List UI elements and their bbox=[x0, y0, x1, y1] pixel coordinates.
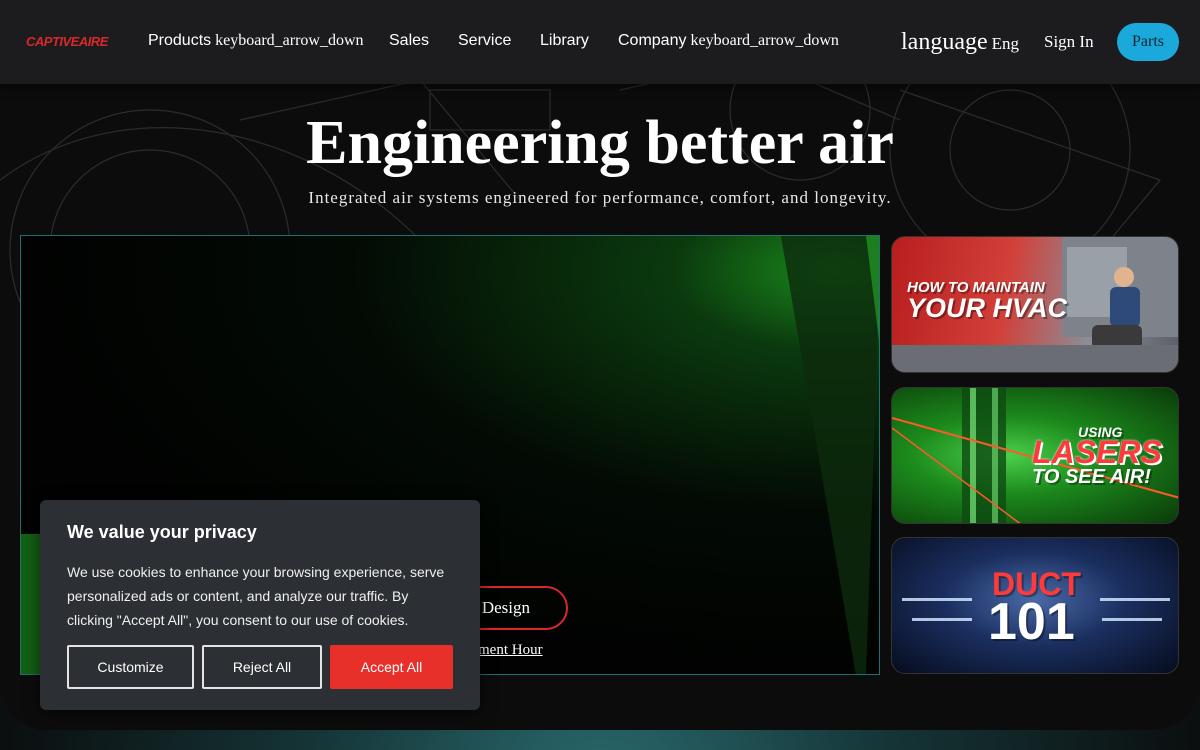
cookie-title: We value your privacy bbox=[67, 522, 257, 542]
cookie-description: We use cookies to enhance your browsing … bbox=[67, 564, 445, 628]
cookie-consent-banner: We value your privacy We use cookies to … bbox=[40, 500, 480, 710]
hero-title: Engineering better air bbox=[306, 109, 894, 177]
nav-item-label: Products bbox=[148, 32, 212, 49]
nav-item-library[interactable]: Library bbox=[540, 32, 589, 50]
appointment-hour-link[interactable]: ment Hour bbox=[478, 642, 543, 659]
captiveaire-logo[interactable]: CAPTIVEAIRE bbox=[26, 34, 108, 49]
nav-item-products[interactable]: Products keyboard_arrow_down bbox=[148, 32, 364, 50]
video-thumbnail-lasers[interactable]: USING LASERS TO SEE AIR! bbox=[891, 387, 1179, 524]
thumbnail-title-line2: 101 bbox=[988, 593, 1075, 651]
nav-item-sales[interactable]: Sales bbox=[389, 32, 429, 50]
hero-subtitle: Integrated air systems engineered for pe… bbox=[308, 188, 892, 207]
chevron-down-icon: keyboard_arrow_down bbox=[690, 32, 839, 49]
language-label: Eng bbox=[991, 34, 1020, 53]
thumbnail-title-line2: YOUR HVAC bbox=[907, 293, 1068, 323]
thumbnail-title-line3: TO SEE AIR! bbox=[1032, 466, 1151, 488]
nav-item-company[interactable]: Company keyboard_arrow_down bbox=[618, 32, 839, 50]
nav-item-label: Company bbox=[618, 32, 687, 49]
parts-button[interactable]: Parts bbox=[1117, 23, 1179, 61]
accept-all-button[interactable]: Accept All bbox=[330, 645, 453, 689]
video-thumbnail-duct[interactable]: DUCT 101 bbox=[891, 537, 1179, 674]
customize-button[interactable]: Customize bbox=[67, 645, 194, 689]
video-thumbnail-hvac[interactable]: HOW TO MAINTAIN YOUR HVAC bbox=[891, 236, 1179, 373]
language-icon: language bbox=[901, 29, 988, 55]
chevron-down-icon: keyboard_arrow_down bbox=[215, 32, 364, 49]
language-selector[interactable]: language Eng bbox=[901, 29, 1019, 56]
nav-item-service[interactable]: Service bbox=[458, 32, 511, 50]
sign-in-link[interactable]: Sign In bbox=[1044, 32, 1094, 52]
reject-all-button[interactable]: Reject All bbox=[202, 645, 322, 689]
top-navigation: CAPTIVEAIRE Products keyboard_arrow_down … bbox=[0, 0, 1200, 84]
